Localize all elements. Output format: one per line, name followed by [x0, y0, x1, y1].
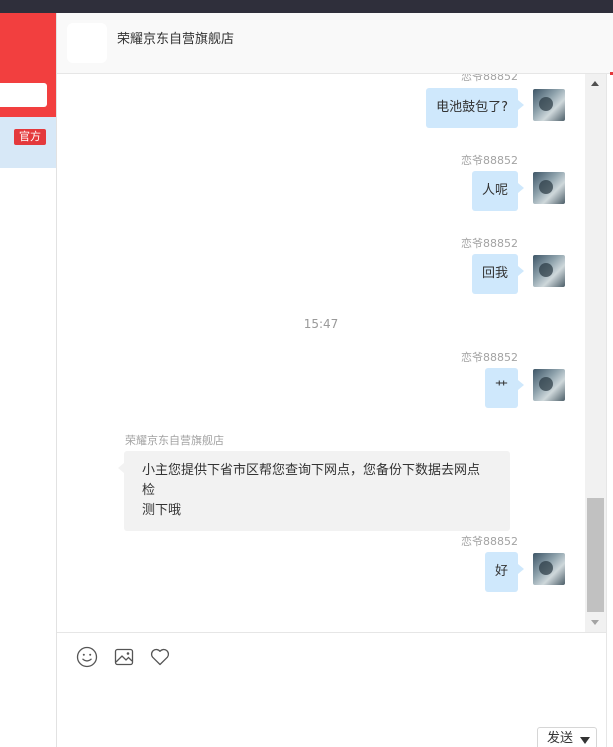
scroll-down-arrow-icon[interactable] — [591, 620, 599, 625]
heart-icon[interactable] — [149, 646, 171, 668]
chat-header: 荣耀京东自营旗舰店 — [57, 13, 613, 74]
user-avatar[interactable] — [533, 89, 565, 121]
user-avatar[interactable] — [533, 255, 565, 287]
message-bubble-self[interactable]: 电池鼓包了? — [426, 88, 524, 128]
user-avatar[interactable] — [533, 553, 565, 585]
send-button-label: 发送 — [547, 731, 574, 746]
official-badge: 官方 — [14, 129, 46, 145]
scrollbar-thumb[interactable] — [587, 498, 604, 612]
message-text-line: 测下哦 — [142, 503, 182, 518]
message-nickname: 恋爷88852 — [461, 351, 518, 364]
chat-scrollbar[interactable] — [585, 74, 606, 632]
message-bubble-self[interactable]: 回我 — [471, 254, 525, 294]
smile-icon[interactable] — [76, 646, 98, 668]
message-timestamp: 15:47 — [303, 317, 339, 331]
message-text-line: 小主您提供下省市区帮您查询下网点，您备份下数据去网点检 — [142, 463, 481, 498]
shop-avatar[interactable] — [67, 23, 107, 63]
message-nickname: 恋爷88852 — [461, 535, 518, 548]
message-nickname: 荣耀京东自营旗舰店 — [125, 434, 224, 447]
message-bubble-self[interactable]: 艹 — [484, 368, 525, 408]
message-nickname: 恋爷88852 — [461, 154, 518, 167]
shop-name[interactable]: 荣耀京东自营旗舰店 — [117, 28, 234, 47]
message-bubble-self[interactable]: 人呢 — [471, 171, 525, 211]
message-input-area[interactable]: 发送 — [57, 632, 606, 747]
scroll-up-arrow-icon[interactable] — [591, 81, 599, 86]
image-icon[interactable] — [113, 646, 135, 668]
user-avatar[interactable] — [533, 369, 565, 401]
message-nickname: 恋爷88852 — [461, 74, 518, 83]
user-avatar[interactable] — [533, 172, 565, 204]
window-top-bar — [0, 0, 613, 13]
message-list[interactable]: 恋爷88852 电池鼓包了? 恋爷88852 人呢 恋爷88852 回我 15:… — [57, 74, 585, 632]
dropdown-arrow-icon[interactable] — [580, 737, 590, 744]
send-button[interactable]: 发送 — [537, 727, 597, 747]
sidebar-search-input[interactable] — [0, 83, 47, 107]
message-bubble-shop[interactable]: 小主您提供下省市区帮您查询下网点，您备份下数据去网点检 测下哦 — [118, 451, 510, 531]
divider — [606, 74, 607, 747]
message-nickname: 恋爷88852 — [461, 237, 518, 250]
message-bubble-self[interactable]: 好 — [484, 552, 525, 592]
